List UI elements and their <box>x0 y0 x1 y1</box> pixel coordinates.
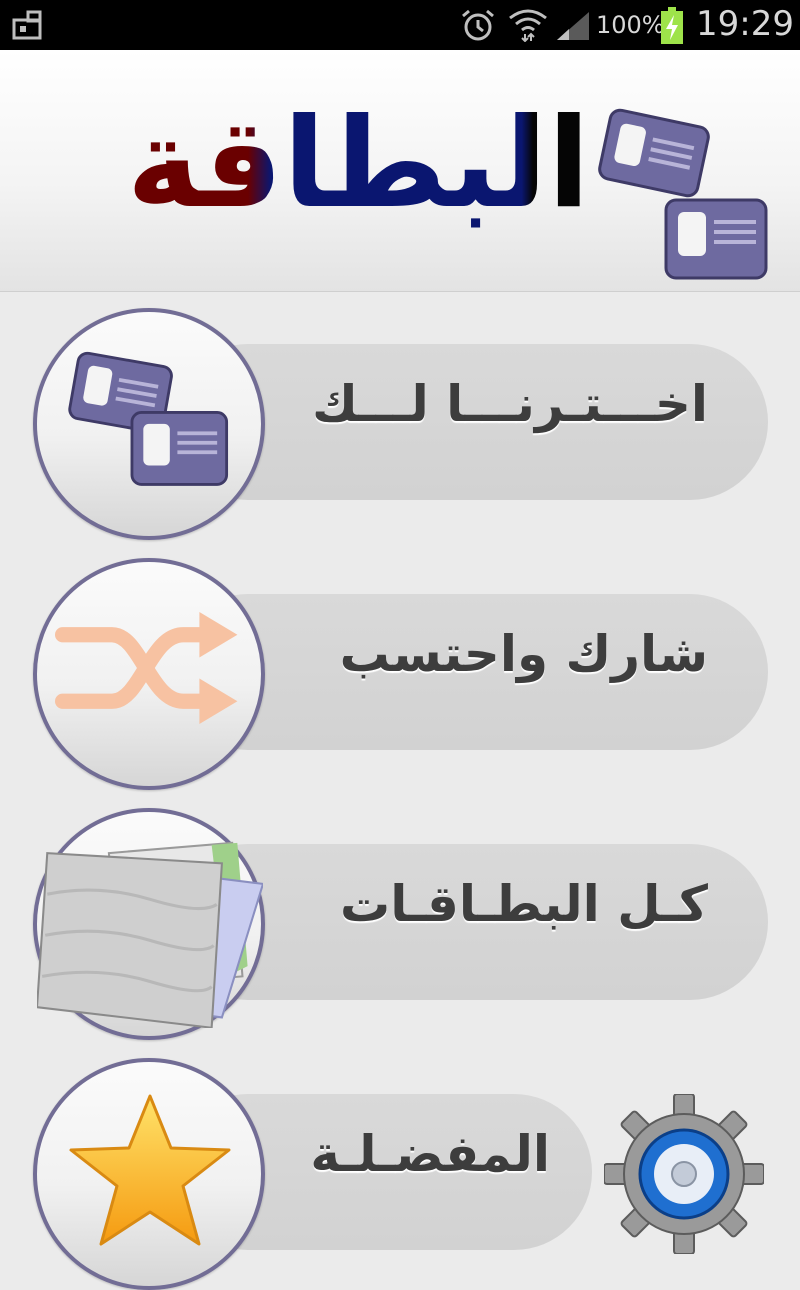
signal-icon <box>557 12 589 40</box>
cards-icon <box>598 108 768 280</box>
menu-item-icon-circle <box>33 558 265 790</box>
menu-item-chosen-for-you[interactable]: اخـــتـرنـــا لـــك <box>0 308 800 540</box>
menu-item-all-cards[interactable]: كـل البطـاقـات <box>0 808 800 1040</box>
clock: 19:29 <box>696 4 794 44</box>
settings-button[interactable] <box>603 1093 765 1255</box>
menu-item-label: كـل البطـاقـات <box>340 875 708 933</box>
menu-item-icon-circle <box>33 308 265 540</box>
folder-icon <box>37 841 263 1028</box>
gear-icon <box>603 1093 765 1255</box>
app-logo-text: البطاقة <box>20 84 590 244</box>
status-bar: 100% 19:29 <box>0 0 800 50</box>
screenshot-icon <box>12 10 42 40</box>
battery-percentage: 100% <box>596 11 665 39</box>
star-icon <box>69 1094 231 1246</box>
wifi-icon <box>509 9 547 42</box>
menu-item-icon-circle <box>33 808 265 1040</box>
menu-item-label: اخـــتـرنـــا لـــك <box>312 375 708 433</box>
alarm-icon <box>462 9 494 41</box>
id-cards-icon <box>68 351 229 486</box>
menu-item-icon-circle <box>33 1058 265 1290</box>
menu-item-label: المفضـلـة <box>310 1125 550 1183</box>
menu-item-label: شارك واحتسب <box>339 625 708 683</box>
battery-icon <box>661 7 683 44</box>
app-header: البطاقة <box>0 50 800 292</box>
shuffle-icon <box>55 611 238 725</box>
menu-item-share[interactable]: شارك واحتسب <box>0 558 800 790</box>
